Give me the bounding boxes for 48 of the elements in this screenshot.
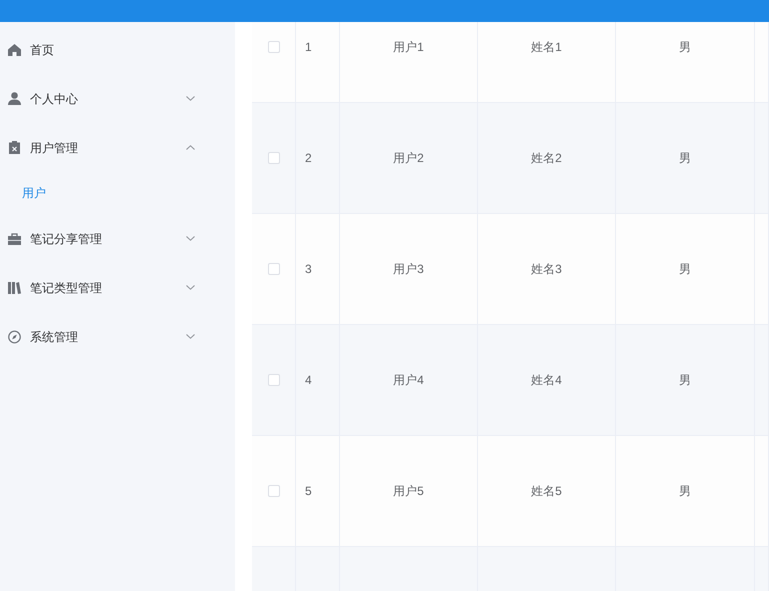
table-cell-text: 男 (679, 39, 691, 56)
table-cell-text: 用户3 (393, 261, 424, 278)
chevron-down-icon (186, 236, 195, 241)
table-cell-text: 用户1 (393, 39, 424, 56)
table-cell-text: 用户2 (393, 150, 424, 167)
table-cell-text: 5 (305, 483, 312, 500)
table-cell-text: 姓名5 (531, 483, 562, 500)
row-checkbox[interactable] (268, 152, 280, 164)
menu-label: 首页 (30, 42, 55, 58)
table-cell-text: 姓名2 (531, 150, 562, 167)
chevron-down-icon (186, 96, 195, 101)
chevron-down-icon (186, 285, 195, 290)
menu-item[interactable]: 首页 (0, 25, 235, 74)
table-cell-text: 用户4 (393, 372, 424, 389)
table-cell-text: 男 (679, 372, 691, 389)
table-cell-text: 用户5 (393, 483, 424, 500)
table-cell-text: 男 (679, 261, 691, 278)
user-icon (8, 92, 21, 105)
table-cell-text: 姓名4 (531, 372, 562, 389)
row-checkbox[interactable] (268, 374, 280, 386)
clipboard-icon (9, 141, 20, 154)
menu-item[interactable]: 用户管理 (0, 123, 235, 172)
row-checkbox[interactable] (268, 41, 280, 53)
menu-item[interactable]: 笔记类型管理 (0, 263, 235, 312)
menu-label: 系统管理 (30, 328, 79, 346)
home-icon (8, 44, 21, 56)
row-checkbox[interactable] (268, 485, 280, 497)
table-cell-text: 3 (305, 261, 312, 278)
table-cell-text: 男 (679, 150, 691, 167)
table-cell-text: 2 (305, 150, 312, 167)
table-cell-text: 1 (305, 39, 312, 56)
menu-label: 个人中心 (30, 90, 79, 108)
table-cell-text: 姓名3 (531, 261, 562, 278)
briefcase-icon (8, 232, 21, 244)
menu-label: 笔记类型管理 (30, 280, 103, 296)
menu-label: 笔记分享管理 (30, 230, 103, 248)
compass-icon (8, 330, 21, 344)
chevron-down-icon (186, 334, 195, 339)
row-checkbox[interactable] (268, 263, 280, 275)
books-icon (8, 282, 21, 294)
menu-item[interactable]: 个人中心 (0, 74, 235, 123)
menu-label: 用户管理 (30, 140, 79, 156)
table-cell-text: 姓名1 (531, 39, 562, 56)
chevron-up-icon (186, 145, 195, 150)
table-cell-text: 4 (305, 372, 312, 389)
menu-item[interactable]: 系统管理 (0, 312, 235, 361)
table-cell-text: 男 (679, 483, 691, 500)
menu-item[interactable]: 笔记分享管理 (0, 214, 235, 263)
